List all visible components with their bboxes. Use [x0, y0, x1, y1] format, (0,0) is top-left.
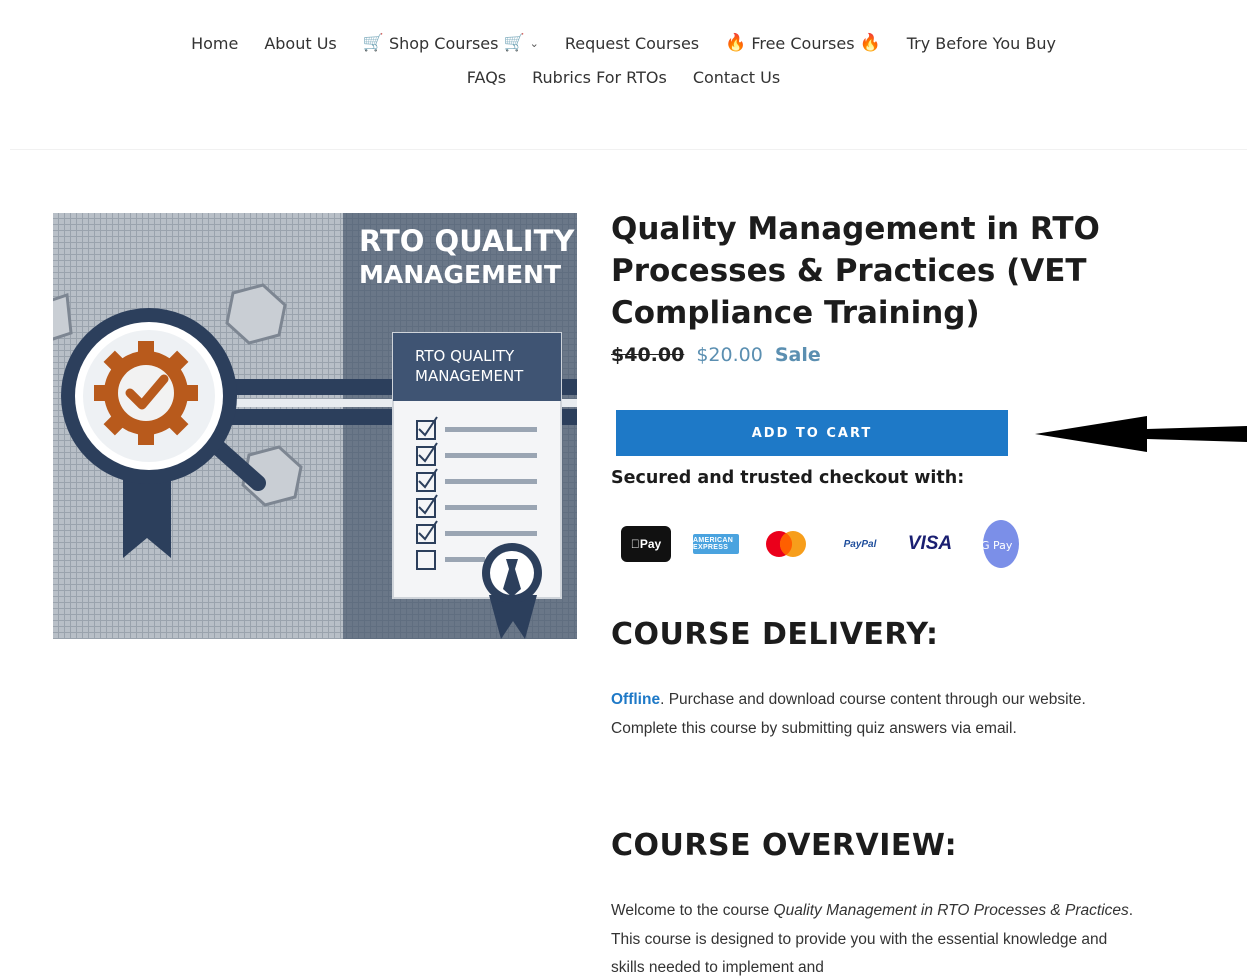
header-divider: [10, 149, 1247, 150]
nav-shop-courses[interactable]: 🛒 Shop Courses 🛒 ⌄: [363, 33, 539, 53]
course-delivery-text: Offline. Purchase and download course co…: [611, 686, 1141, 743]
nav-shop-courses-label: Shop Courses: [388, 33, 499, 53]
paypal-icon: PayPal: [843, 538, 877, 550]
product-image[interactable]: RTO QUALITY MANAGEMENT RTO QUALITY MANAG…: [53, 213, 577, 639]
nav-faqs[interactable]: FAQs: [467, 68, 506, 87]
visa-icon: VISA: [907, 533, 953, 554]
cart-emoji-icon: 🛒: [362, 33, 384, 53]
cart-emoji-icon: 🛒: [503, 33, 525, 53]
price-sale: $20.00: [696, 344, 763, 366]
apple-pay-icon: Pay: [621, 526, 671, 562]
product-title: Quality Management in RTO Processes & Pr…: [611, 211, 1100, 331]
fire-emoji-icon: 🔥: [725, 33, 747, 53]
svg-text:RTO QUALITY: RTO QUALITY: [415, 347, 515, 365]
nav-request-courses[interactable]: Request Courses: [565, 33, 699, 53]
course-delivery-heading: COURSE DELIVERY:: [611, 617, 939, 652]
svg-text:MANAGEMENT: MANAGEMENT: [415, 367, 524, 385]
sale-badge: Sale: [774, 344, 821, 366]
svg-text:RTO QUALITY: RTO QUALITY: [359, 224, 575, 258]
price-row: $40.00 $20.00 Sale: [611, 344, 1171, 366]
payment-methods: Pay AMERICAN EXPRESS PayPal VISA G Pay: [621, 519, 1021, 569]
course-overview-text: Welcome to the course Quality Management…: [611, 897, 1141, 977]
nav-about-us[interactable]: About Us: [264, 33, 336, 53]
google-pay-icon: G Pay: [975, 519, 1021, 569]
fire-emoji-icon: 🔥: [859, 33, 881, 53]
nav-row-secondary: FAQs Rubrics For RTOs Contact Us: [0, 68, 1247, 87]
overview-text-start: Welcome to the course: [611, 902, 774, 919]
nav-rubrics-for-rtos[interactable]: Rubrics For RTOs: [532, 68, 667, 87]
amex-icon: AMERICAN EXPRESS: [693, 534, 739, 554]
nav-try-before-you-buy[interactable]: Try Before You Buy: [907, 33, 1056, 53]
add-to-cart-button[interactable]: ADD TO CART: [616, 410, 1008, 456]
overview-course-name: Quality Management in RTO Processes & Pr…: [773, 902, 1129, 919]
nav-free-courses-label: Free Courses: [751, 33, 855, 53]
apple-logo-icon: : [631, 537, 640, 551]
price-original: $40.00: [611, 344, 685, 366]
nav-home[interactable]: Home: [191, 33, 238, 53]
gear-icon: [94, 341, 198, 445]
nav-row-primary: Home About Us 🛒 Shop Courses 🛒 ⌄ Request…: [0, 33, 1247, 53]
nav-free-courses[interactable]: 🔥 Free Courses 🔥: [725, 33, 881, 53]
course-delivery-body: . Purchase and download course content t…: [611, 691, 1086, 737]
chevron-down-icon: ⌄: [529, 36, 539, 50]
course-overview-heading: COURSE OVERVIEW:: [611, 828, 958, 863]
arrow-left-icon: [1035, 416, 1247, 452]
offline-link[interactable]: Offline: [611, 691, 660, 708]
secured-checkout-label: Secured and trusted checkout with:: [611, 468, 965, 488]
svg-text:G Pay: G Pay: [981, 539, 1013, 552]
apple-pay-label: Pay: [635, 537, 661, 551]
mastercard-icon: [761, 526, 811, 562]
product-info: Quality Management in RTO Processes & Pr…: [611, 208, 1171, 366]
site-navigation: Home About Us 🛒 Shop Courses 🛒 ⌄ Request…: [0, 0, 1247, 150]
nav-contact-us[interactable]: Contact Us: [693, 68, 780, 87]
svg-text:MANAGEMENT: MANAGEMENT: [359, 260, 561, 289]
